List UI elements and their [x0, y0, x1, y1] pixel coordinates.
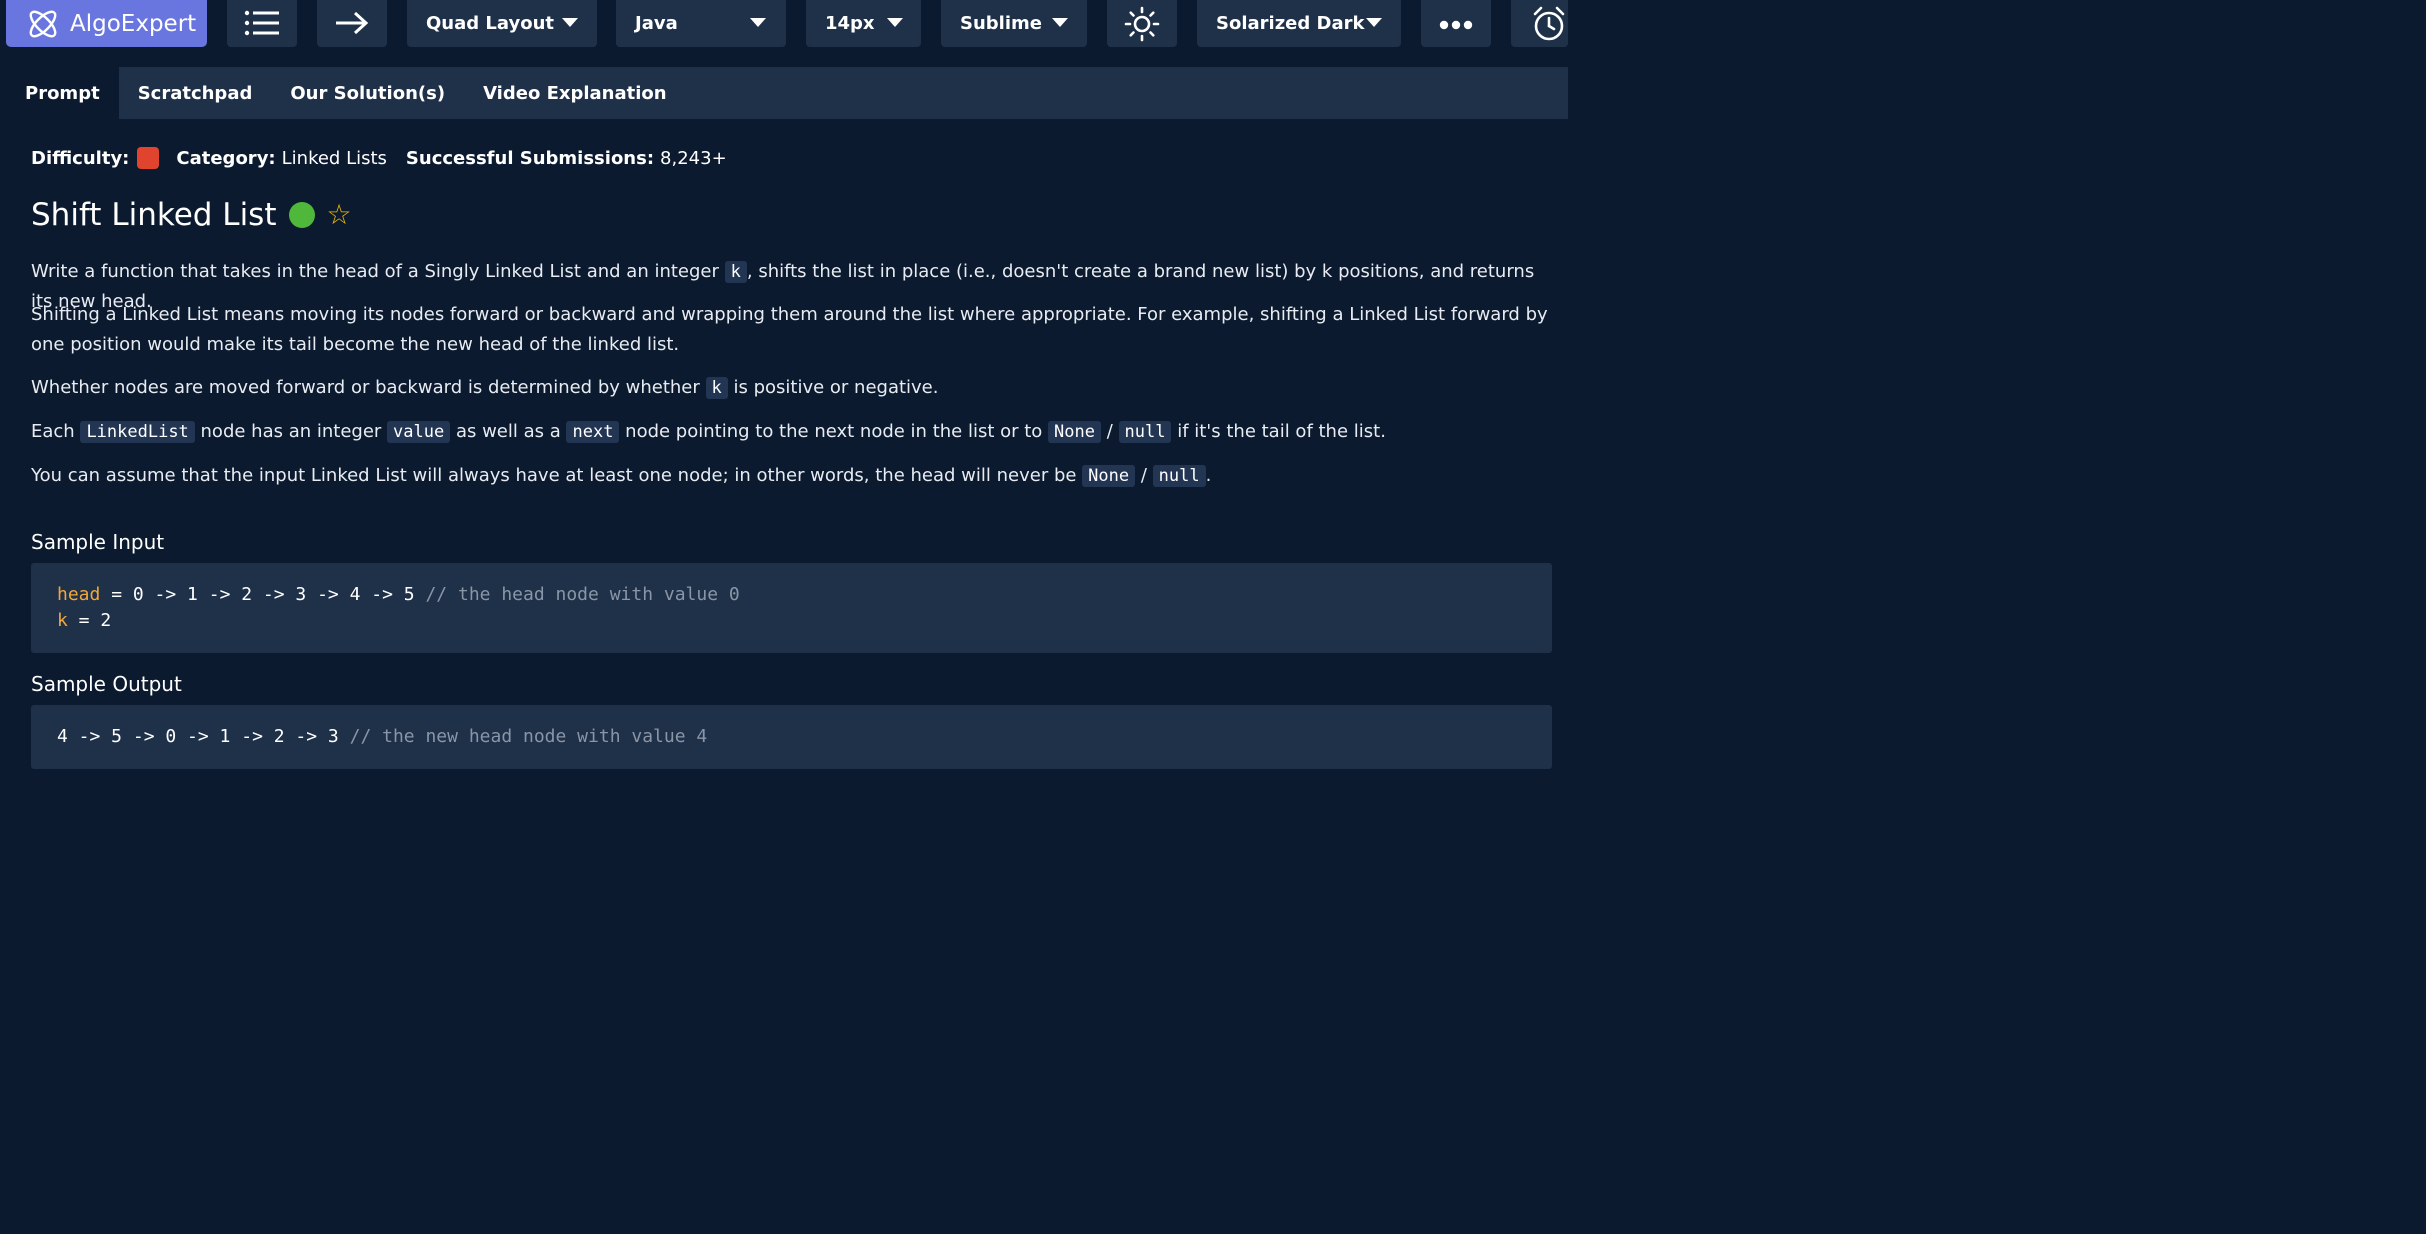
code-var: k	[57, 610, 68, 631]
language-label: Java	[635, 13, 678, 34]
inline-code: next	[566, 421, 620, 443]
sample-output-code: 4 -> 5 -> 0 -> 1 -> 2 -> 3 // the new he…	[31, 705, 1552, 769]
layout-dropdown[interactable]: Quad Layout	[407, 0, 597, 47]
problem-title: Shift Linked List	[31, 197, 277, 233]
code-text: = 0 -> 1 -> 2 -> 3 -> 4 -> 5	[100, 584, 426, 605]
prompt-text: Shifting a Linked List means moving its …	[31, 304, 1548, 355]
chevron-down-icon	[887, 18, 903, 27]
prompt-paragraph-2: Shifting a Linked List means moving its …	[31, 300, 1556, 360]
language-dropdown[interactable]: Java	[616, 0, 786, 47]
top-toolbar: AlgoExpert Quad Layout Java 14px Sublime…	[0, 0, 1568, 56]
algoexpert-logo-button[interactable]: AlgoExpert	[6, 0, 207, 47]
prompt-text: /	[1101, 421, 1119, 442]
inline-code: k	[705, 377, 728, 399]
prompt-text: You can assume that the input Linked Lis…	[31, 465, 1083, 486]
prompt-text: Whether nodes are moved forward or backw…	[31, 377, 706, 398]
code-var: head	[57, 584, 101, 605]
font-size-label: 14px	[825, 13, 875, 34]
tab-prompt[interactable]: Prompt	[6, 67, 119, 119]
inline-code: k	[724, 261, 747, 283]
keymap-dropdown[interactable]: Sublime	[941, 0, 1087, 47]
panel-tabs: Prompt Scratchpad Our Solution(s) Video …	[6, 67, 1568, 119]
completion-status-icon	[288, 202, 315, 228]
prompt-text: as well as a	[450, 421, 567, 442]
theme-toggle-button[interactable]	[1107, 0, 1177, 47]
prompt-paragraph-5: You can assume that the input Linked Lis…	[31, 461, 1556, 491]
title-row: Shift Linked List ☆	[31, 197, 352, 233]
prompt-text: is positive or negative.	[727, 377, 939, 398]
category-value: Linked Lists	[281, 147, 387, 169]
sun-icon	[1124, 6, 1160, 47]
prompt-text: Write a function that takes in the head …	[31, 261, 725, 282]
code-text: = 2	[67, 610, 112, 631]
code-comment: // the head node with value 0	[425, 584, 740, 605]
font-size-dropdown[interactable]: 14px	[806, 0, 921, 47]
arrow-right-icon	[334, 10, 370, 41]
prompt-text: node has an integer	[194, 421, 388, 442]
keymap-label: Sublime	[960, 13, 1042, 34]
prompt-paragraph-4: Each LinkedList node has an integer valu…	[31, 417, 1556, 447]
more-dots-icon	[1439, 16, 1473, 37]
inline-code: null	[1118, 421, 1172, 443]
code-text: 4 -> 5 -> 0 -> 1 -> 2 -> 3	[57, 726, 350, 747]
category-label: Category:	[176, 147, 276, 169]
editor-theme-dropdown[interactable]: Solarized Dark	[1197, 0, 1401, 47]
tab-video-explanation[interactable]: Video Explanation	[464, 67, 686, 119]
question-meta: Difficulty: Category: Linked Lists Succe…	[31, 147, 746, 169]
next-question-button[interactable]	[317, 0, 387, 47]
difficulty-indicator	[137, 147, 160, 169]
inline-code: None	[1082, 465, 1136, 487]
prompt-text: Each	[31, 421, 81, 442]
inline-code: value	[387, 421, 451, 443]
code-comment: // the new head node with value 4	[349, 726, 708, 747]
logo-text: AlgoExpert	[70, 10, 197, 37]
sample-output-title: Sample Output	[31, 672, 182, 696]
inline-code: None	[1048, 421, 1101, 443]
prompt-text: node pointing to the next node in the li…	[619, 421, 1049, 442]
sample-input-code: head = 0 -> 1 -> 2 -> 3 -> 4 -> 5 // the…	[31, 563, 1552, 653]
chevron-down-icon	[750, 18, 766, 27]
tab-our-solutions[interactable]: Our Solution(s)	[271, 67, 464, 119]
timer-button[interactable]	[1511, 0, 1568, 47]
tab-scratchpad[interactable]: Scratchpad	[119, 67, 272, 119]
sample-input-title: Sample Input	[31, 530, 165, 554]
star-icon[interactable]: ☆	[327, 201, 352, 229]
chevron-down-icon	[1052, 18, 1068, 27]
prompt-text: /	[1135, 465, 1153, 486]
inline-code: null	[1152, 465, 1206, 487]
atom-logo-icon	[24, 5, 62, 49]
inline-code: LinkedList	[80, 421, 195, 443]
prompt-text: if it's the tail of the list.	[1171, 421, 1386, 442]
prompt-paragraph-3: Whether nodes are moved forward or backw…	[31, 373, 1556, 403]
editor-theme-label: Solarized Dark	[1216, 13, 1365, 34]
difficulty-label: Difficulty:	[31, 147, 130, 169]
submissions-value: 8,243+	[660, 147, 727, 169]
more-options-button[interactable]	[1421, 0, 1491, 47]
prompt-text: .	[1205, 465, 1212, 486]
chevron-down-icon	[562, 18, 578, 27]
menu-button[interactable]	[227, 0, 297, 47]
list-menu-icon	[244, 10, 280, 41]
alarm-clock-icon	[1531, 5, 1567, 48]
chevron-down-icon	[1366, 18, 1382, 27]
submissions-label: Successful Submissions:	[405, 147, 655, 169]
layout-label: Quad Layout	[426, 13, 554, 34]
